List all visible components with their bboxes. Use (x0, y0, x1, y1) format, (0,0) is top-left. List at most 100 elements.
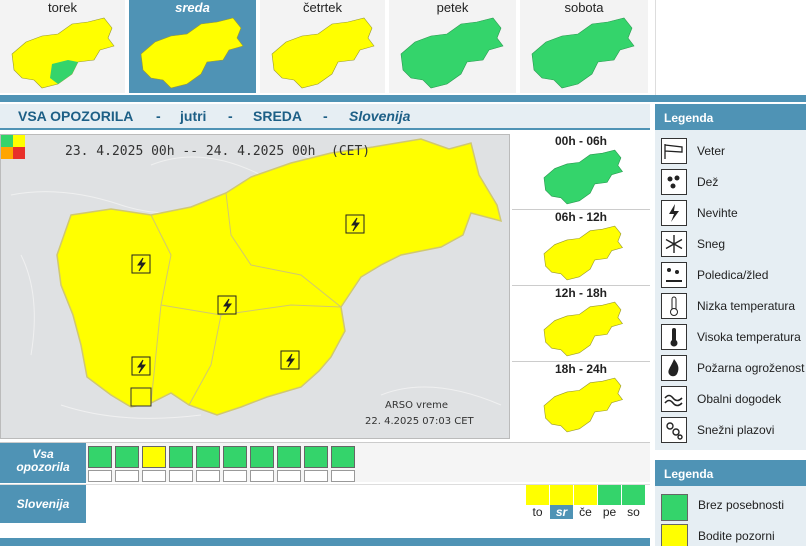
period-label: 00h - 06h (554, 134, 608, 148)
fire-icon (661, 355, 687, 381)
legend-label: Obalni dogodek (697, 392, 782, 406)
day-tab-sobota[interactable]: sobota (520, 0, 648, 93)
period-maps: 00h - 06h 06h - 12h 12h - 18h 18h - 24h (512, 134, 650, 439)
header-region: Slovenija (349, 108, 411, 124)
day-color-pe (598, 485, 621, 505)
day-tab-sreda[interactable]: sreda (129, 0, 256, 93)
thunderstorm-icon (661, 200, 687, 226)
header-dash: - (228, 108, 233, 124)
cell (250, 470, 274, 482)
legend-item: Nizka temperatura (661, 293, 806, 321)
day-tab-label: četrtek (302, 0, 342, 15)
period-map (543, 225, 623, 281)
day-tab-label: petek (436, 0, 469, 15)
day-color-so (622, 485, 645, 505)
day-tab-cetrtek[interactable]: četrtek (260, 0, 385, 93)
legend-panel: Legenda Veter Dež Nevihte Sneg Poledica/… (655, 104, 806, 450)
high-temp-icon[interactable] (250, 446, 274, 468)
snow-icon[interactable] (169, 446, 193, 468)
header-dash: - (156, 108, 161, 124)
map-credit: ARSO vreme (385, 400, 448, 411)
period-12-18[interactable]: 12h - 18h (512, 286, 650, 362)
legend-item: Visoka temperatura (661, 324, 806, 352)
period-label: 06h - 12h (554, 210, 608, 224)
day-abbrev[interactable]: sr (550, 505, 573, 519)
legend-label: Nizka temperatura (697, 299, 796, 313)
legend-label: Snežni plazovi (697, 423, 775, 437)
period-map (543, 149, 623, 205)
rain-icon (661, 169, 687, 195)
day-abbrev[interactable]: to (526, 505, 549, 519)
snow-icon (661, 231, 687, 257)
coastal-icon (661, 386, 687, 412)
legend-label: Visoka temperatura (697, 330, 801, 344)
day-tab-petek[interactable]: petek (389, 0, 516, 93)
day-map-thumbnail (531, 17, 635, 89)
legend-title: Legenda (655, 104, 806, 130)
level-legend-title: Legenda (655, 460, 806, 486)
low-temp-icon[interactable] (223, 446, 247, 468)
legend-label: Nevihte (697, 206, 738, 220)
header-dash: - (323, 108, 328, 124)
fire-icon[interactable] (277, 446, 301, 468)
header-when: jutri (180, 108, 207, 124)
day-abbrev[interactable]: če (574, 505, 597, 519)
day-map-thumbnail (400, 17, 504, 89)
day-abbrev[interactable]: pe (598, 505, 621, 519)
bottom-bar (0, 538, 650, 546)
period-06-12[interactable]: 06h - 12h (512, 210, 650, 286)
storm-markers (130, 387, 152, 407)
cell (331, 470, 355, 482)
legend-item: Dež (661, 169, 806, 197)
region-row: Slovenija to sr če pe so (0, 484, 650, 523)
all-warnings-label: Vsa opozorila (0, 443, 86, 483)
day-color-ce (574, 485, 597, 505)
top-separator (0, 95, 806, 102)
day-tab-label: sreda (175, 0, 210, 15)
day-tab-torek[interactable]: torek (0, 0, 125, 93)
cell (142, 470, 166, 482)
low-temp-icon (661, 293, 687, 319)
legend-label: Sneg (697, 237, 726, 251)
cell (277, 470, 301, 482)
day-color-sr (550, 485, 573, 505)
legend-item: Nevihte (661, 200, 806, 228)
legend-item: Požarna ogroženost (661, 355, 806, 383)
ice-icon[interactable] (196, 446, 220, 468)
legend-item: Sneg (661, 231, 806, 259)
period-label: 18h - 24h (554, 362, 608, 376)
top-right-blank (655, 0, 806, 95)
legend-item: Poledica/žled (661, 262, 806, 290)
map-timezone: (CET) (331, 144, 370, 159)
level-swatch-yellow (661, 524, 688, 546)
period-00-06[interactable]: 00h - 06h (512, 134, 650, 210)
day-color-to (526, 485, 549, 505)
cell (88, 470, 112, 482)
rain-icon[interactable] (115, 446, 139, 468)
level-label: Bodite pozorni (698, 529, 775, 543)
map-validity: 23. 4.2025 00h -- 24. 4.2025 00h (65, 144, 315, 159)
avalanche-icon (661, 417, 687, 443)
day-map-thumbnail (140, 17, 244, 89)
warnings-header: VSA OPOZORILA - jutri - SREDA - Slovenij… (0, 104, 650, 130)
legend-label: Požarna ogroženost (697, 361, 805, 375)
period-map (543, 301, 623, 357)
day-map-thumbnail (271, 17, 375, 89)
period-18-24[interactable]: 18h - 24h (512, 362, 650, 438)
day-abbrev[interactable]: so (622, 505, 645, 519)
main-warning-map: 23. 4.2025 00h -- 24. 4.2025 00h (CET) A… (0, 134, 510, 439)
cell (304, 470, 328, 482)
legend-label: Veter (697, 144, 726, 158)
thunderstorm-icon[interactable] (142, 446, 166, 468)
avalanche-icon[interactable] (331, 446, 355, 468)
high-temp-icon (661, 324, 687, 350)
legend-item: Obalni dogodek (661, 386, 806, 414)
coastal-icon[interactable] (304, 446, 328, 468)
level-label: Brez posebnosti (698, 498, 785, 512)
ice-icon (661, 262, 687, 288)
wind-icon (661, 138, 687, 164)
period-map (543, 377, 623, 433)
label-line-2: opozorila (16, 460, 70, 474)
wind-icon[interactable] (88, 446, 112, 468)
cell (169, 470, 193, 482)
